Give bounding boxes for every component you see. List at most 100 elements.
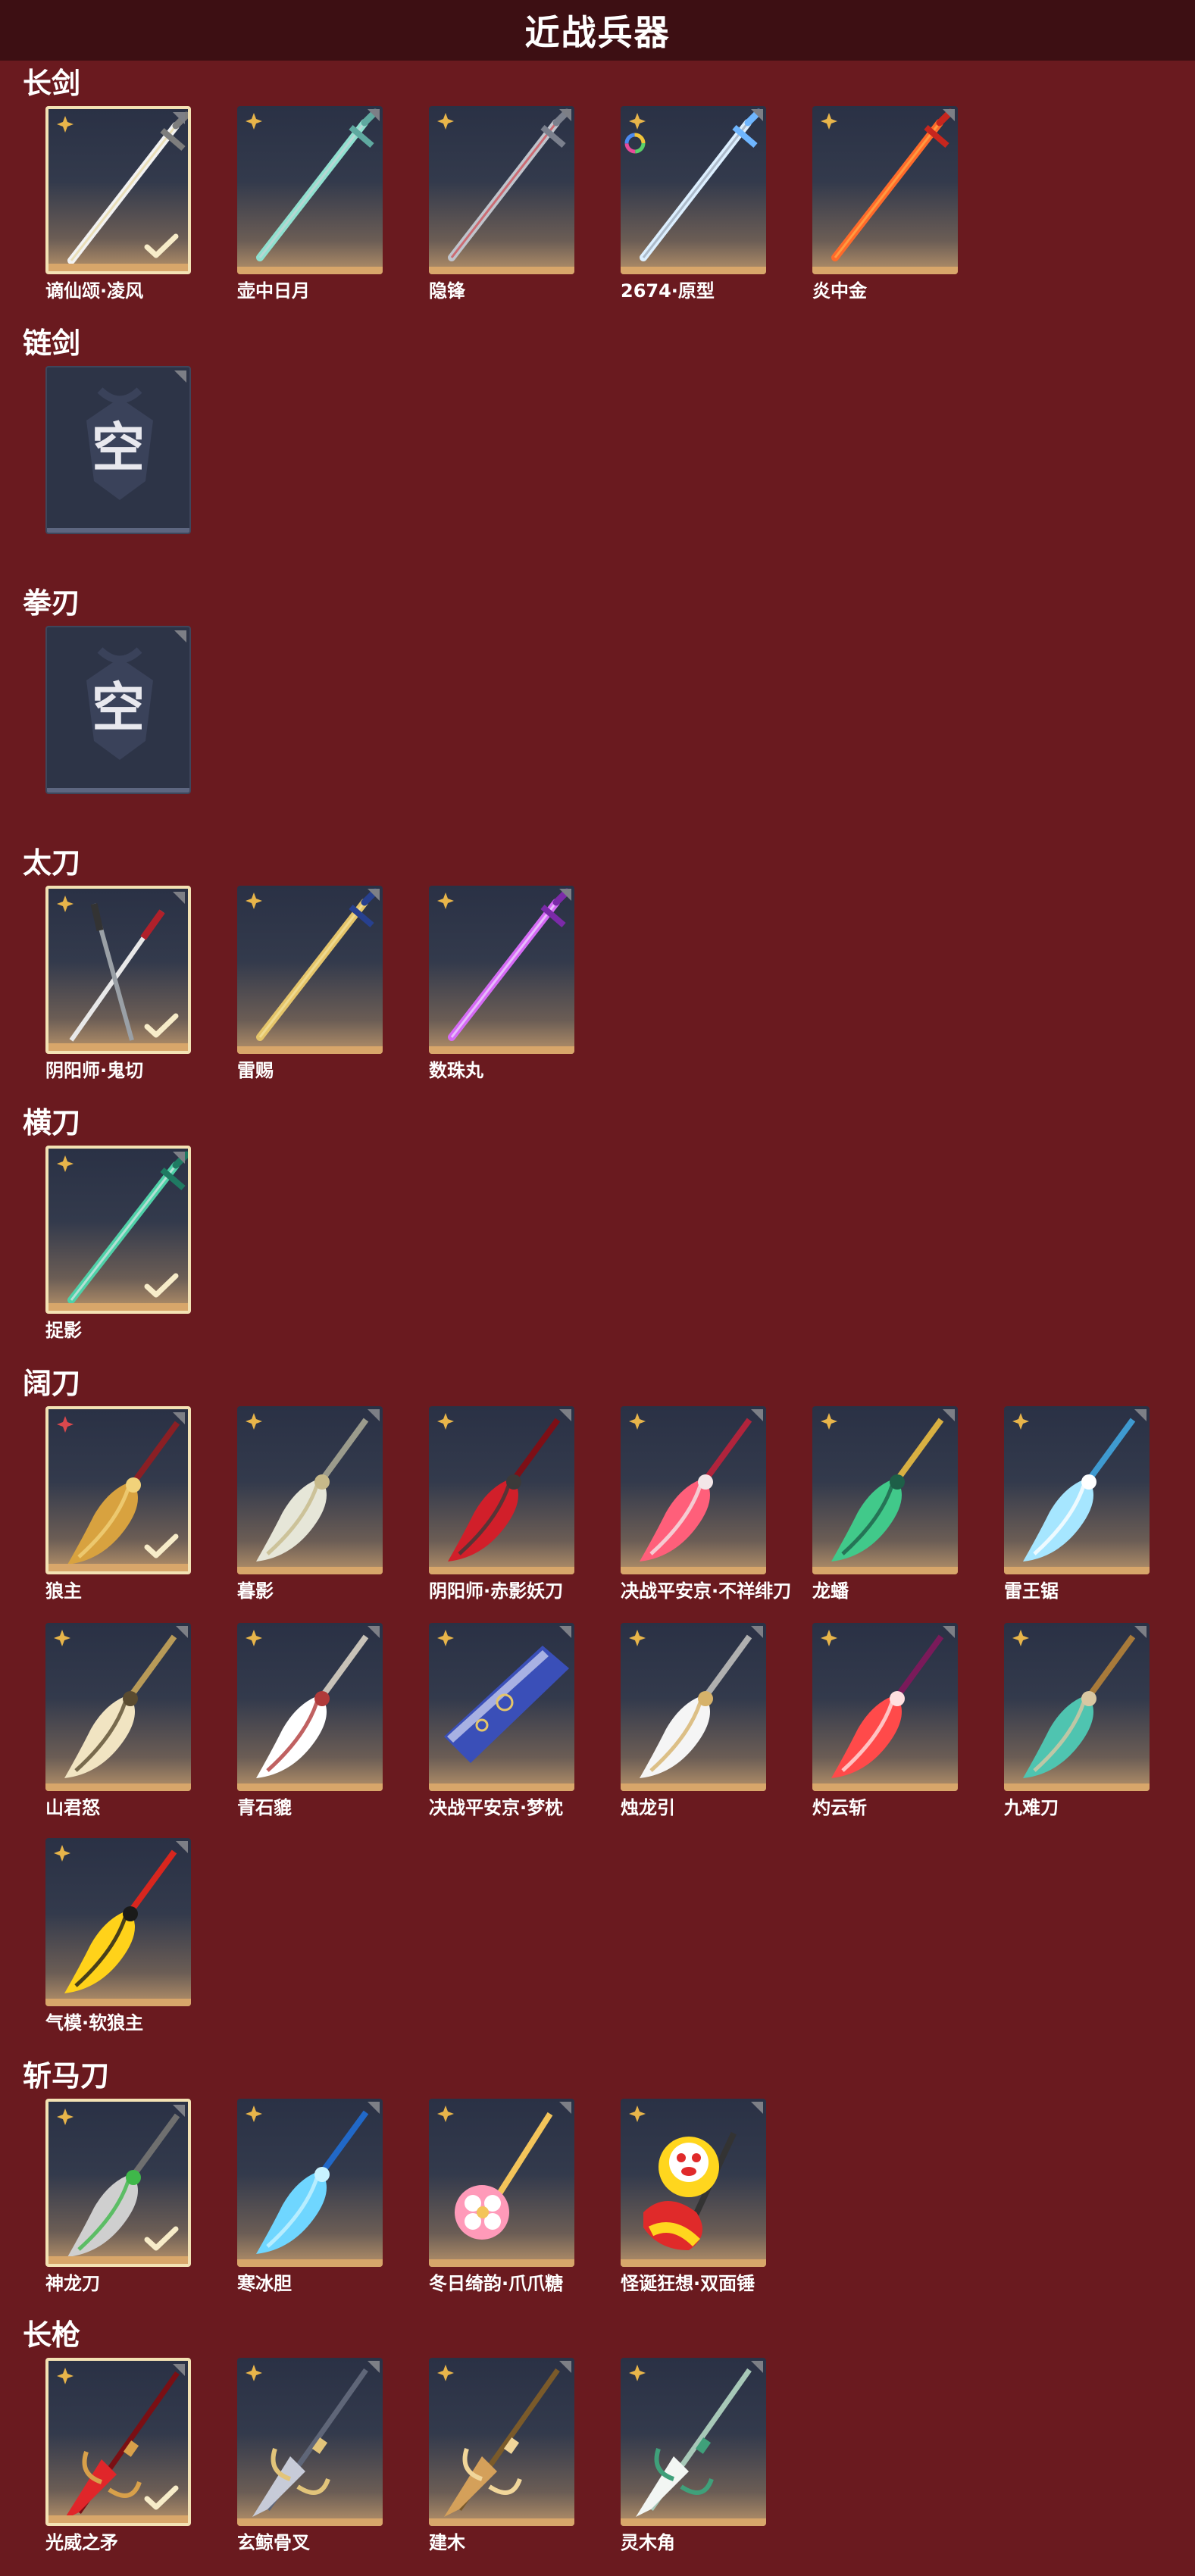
weapon-card[interactable]: 冬日绮韵·爪爪糖 xyxy=(429,2099,574,2294)
weapon-tile[interactable] xyxy=(237,1623,383,1791)
corner-fold-icon xyxy=(751,2102,763,2114)
weapon-card[interactable]: 捉影 xyxy=(45,1146,191,1341)
corner-fold-icon xyxy=(1134,1626,1147,1638)
gold-star-icon xyxy=(246,893,262,909)
weapon-tile[interactable] xyxy=(429,2099,574,2267)
weapon-tile[interactable] xyxy=(812,1623,958,1791)
equipped-check-icon xyxy=(144,1273,179,1298)
empty-weapon-slot[interactable]: 空 xyxy=(45,366,191,534)
weapon-card[interactable]: 决战平安京·梦枕 xyxy=(429,1623,574,1818)
tile-strip xyxy=(237,1784,383,1791)
weapon-card[interactable]: 烛龙引 xyxy=(621,1623,766,1818)
weapon-name: 壶中日月 xyxy=(237,280,310,302)
weapon-tile[interactable] xyxy=(45,2358,191,2526)
weapon-card[interactable]: 暮影 xyxy=(237,1406,383,1602)
tile-strip xyxy=(1004,1567,1150,1574)
weapon-name: 狼主 xyxy=(45,1580,82,1602)
longsword-red-hilt-icon xyxy=(448,108,571,261)
weapon-card[interactable]: 2674·原型 xyxy=(621,106,766,302)
weapon-card[interactable]: 炎中金 xyxy=(812,106,958,302)
weapon-name: 灼云斩 xyxy=(812,1797,867,1818)
weapon-card[interactable]: 寒冰胆 xyxy=(237,2099,383,2294)
weapon-tile[interactable] xyxy=(237,1406,383,1574)
gold-star-icon xyxy=(57,896,74,912)
weapon-tile[interactable] xyxy=(45,1623,191,1791)
weapon-card[interactable]: 龙蟠 xyxy=(812,1406,958,1602)
weapon-card[interactable]: 灼云斩 xyxy=(812,1623,958,1818)
weapon-tile[interactable] xyxy=(45,1146,191,1314)
weapon-tile[interactable] xyxy=(429,886,574,1054)
weapon-name: 山君怒 xyxy=(45,1797,100,1818)
weapon-tile[interactable] xyxy=(45,1406,191,1574)
empty-weapon-slot[interactable]: 空 xyxy=(45,626,191,794)
weapon-tile[interactable] xyxy=(237,2099,383,2267)
weapon-tile[interactable] xyxy=(621,106,766,274)
weapon-name: 青石貔 xyxy=(237,1797,292,1818)
weapon-tile[interactable] xyxy=(45,2099,191,2267)
weapon-tile[interactable] xyxy=(621,2358,766,2526)
weapon-tile[interactable] xyxy=(237,2358,383,2526)
weapon-tile[interactable] xyxy=(621,2099,766,2267)
corner-fold-icon xyxy=(174,630,186,642)
weapon-card[interactable]: 狼主 xyxy=(45,1406,191,1602)
weapon-card[interactable]: 神龙刀 xyxy=(45,2099,191,2294)
tile-strip xyxy=(812,1567,958,1574)
weapon-tile[interactable] xyxy=(429,106,574,274)
corner-fold-icon xyxy=(751,109,763,121)
gold-star-icon xyxy=(437,113,454,130)
weapon-card[interactable]: 雷王锯 xyxy=(1004,1406,1150,1602)
weapon-tile[interactable] xyxy=(45,106,191,274)
weapon-tile[interactable] xyxy=(237,886,383,1054)
weapon-card[interactable]: 青石貔 xyxy=(237,1623,383,1818)
gold-star-icon xyxy=(437,893,454,909)
weapon-card[interactable]: 壶中日月 xyxy=(237,106,383,302)
weapon-card[interactable]: 阴阳师·赤影妖刀 xyxy=(429,1406,574,1602)
weapon-tile[interactable] xyxy=(429,1406,574,1574)
weapon-tile[interactable] xyxy=(621,1623,766,1791)
weapon-card[interactable]: 灵木角 xyxy=(621,2358,766,2553)
weapon-card[interactable]: 决战平安京·不祥绯刀 xyxy=(621,1406,791,1602)
weapon-card[interactable]: 山君怒 xyxy=(45,1623,191,1818)
weapon-name: 神龙刀 xyxy=(45,2273,100,2294)
weapon-tile[interactable] xyxy=(621,1406,766,1574)
weapon-name: 决战平安京·梦枕 xyxy=(429,1797,564,1818)
gold-star-icon xyxy=(54,1630,70,1646)
broadblade-crimson-icon xyxy=(448,1418,561,1562)
weapon-tile[interactable] xyxy=(45,886,191,1054)
broadblade-jade-gold-icon xyxy=(831,1418,944,1562)
weapon-tile[interactable] xyxy=(812,1406,958,1574)
weapon-card[interactable]: 玄鲸骨叉 xyxy=(237,2358,383,2553)
weapon-tile[interactable]: 空 xyxy=(45,366,191,534)
weapon-tile[interactable] xyxy=(237,106,383,274)
weapon-tile[interactable] xyxy=(1004,1406,1150,1574)
weapon-tile[interactable] xyxy=(45,1838,191,2006)
weapon-card[interactable]: 怪诞狂想·双面锤 xyxy=(621,2099,766,2294)
weapon-tile[interactable] xyxy=(429,1623,574,1791)
weapon-tile[interactable] xyxy=(1004,1623,1150,1791)
tile-strip xyxy=(48,1564,188,1571)
tile-strip xyxy=(429,1567,574,1574)
tile-strip xyxy=(48,2515,188,2523)
broadblade-inflatable-icon xyxy=(64,1849,177,1993)
equipped-check-icon xyxy=(144,1013,179,1038)
weapon-tile[interactable] xyxy=(812,106,958,274)
weapon-card[interactable]: 数珠丸 xyxy=(429,886,574,1081)
weapon-card[interactable]: 雷赐 xyxy=(237,886,383,1081)
weapon-name: 气模·软狼主 xyxy=(45,2012,144,2034)
tile-strip xyxy=(47,528,189,533)
weapon-card[interactable]: 建木 xyxy=(429,2358,574,2553)
weapon-card[interactable]: 九难刀 xyxy=(1004,1623,1150,1818)
tile-strip xyxy=(621,267,766,274)
gold-star-icon xyxy=(437,1413,454,1430)
weapon-card[interactable]: 光威之矛 xyxy=(45,2358,191,2553)
broadblade-scroll-icon xyxy=(444,1646,569,1763)
weapon-card[interactable]: 谪仙颂·凌风 xyxy=(45,106,191,302)
weapon-card[interactable]: 阴阳师·鬼切 xyxy=(45,886,191,1081)
empty-label: 空 xyxy=(92,417,145,479)
weapon-tile[interactable]: 空 xyxy=(45,626,191,794)
gold-star-icon xyxy=(246,1630,262,1646)
weapon-tile[interactable] xyxy=(429,2358,574,2526)
weapon-card[interactable]: 隐锋 xyxy=(429,106,574,302)
weapon-card[interactable]: 气模·软狼主 xyxy=(45,1838,191,2034)
weapon-name: 谪仙颂·凌风 xyxy=(45,280,144,302)
